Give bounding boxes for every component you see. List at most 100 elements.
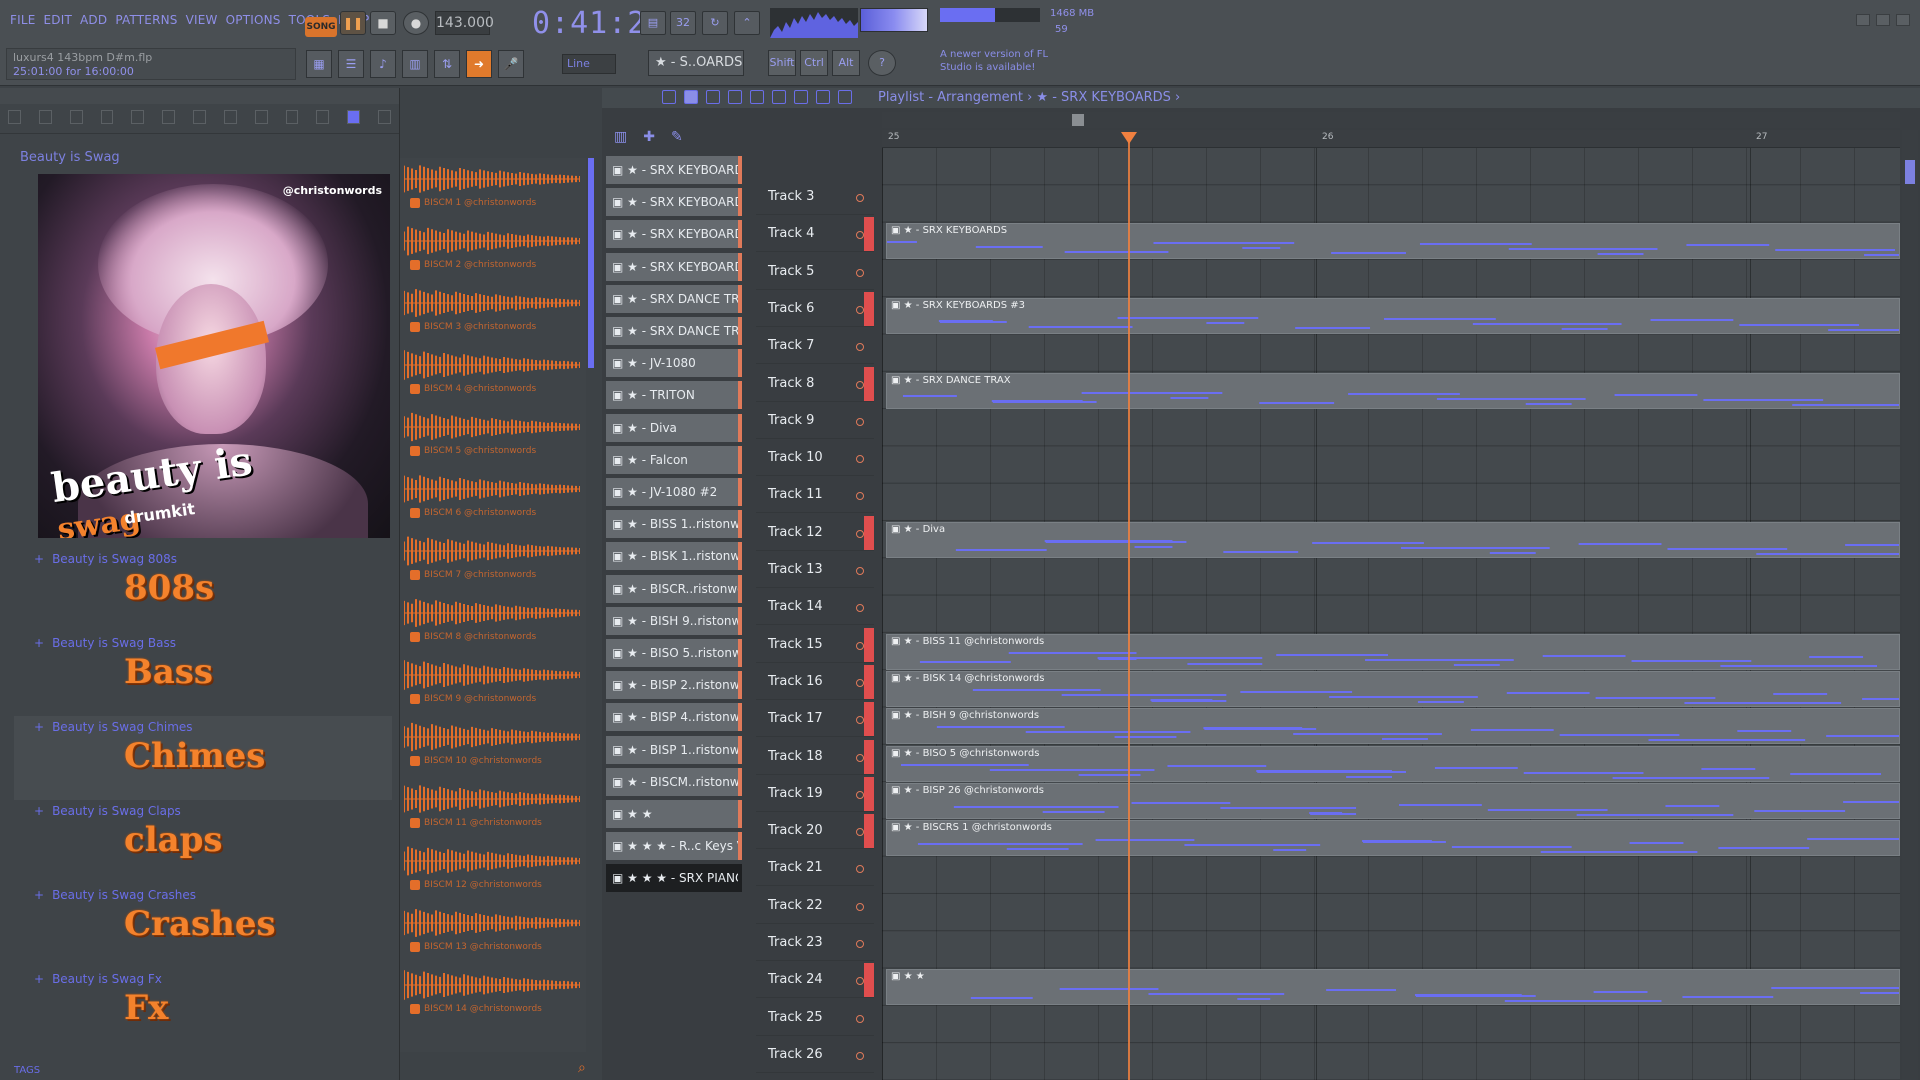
browser-tool-icon[interactable] bbox=[378, 110, 391, 124]
slip-tool-icon[interactable] bbox=[750, 90, 764, 104]
menu-file[interactable]: FILE bbox=[6, 13, 40, 27]
alt-key-button[interactable]: Alt bbox=[832, 50, 860, 76]
pattern-picker-item[interactable]: ▣ ★ - SRX KEYBOARDS #4 bbox=[606, 252, 742, 281]
pattern-picker-item[interactable]: ▣ ★ - JV-1080 #2 bbox=[606, 478, 742, 506]
close-icon[interactable] bbox=[1896, 14, 1910, 26]
shift-key-button[interactable]: Shift bbox=[768, 50, 796, 76]
folder-808s[interactable]: Beauty is Swag 808s 808s bbox=[14, 548, 392, 632]
pattern-clip[interactable]: ▣ ★ - BISO 5 @christonwords bbox=[886, 745, 1900, 782]
track-header[interactable]: Track 18 bbox=[756, 738, 874, 775]
track-header[interactable]: Track 8 bbox=[756, 365, 874, 402]
browser-root-folder[interactable]: Beauty is Swag bbox=[20, 150, 120, 165]
pattern-picker-item[interactable]: ▣ ★ - JV-1080 bbox=[606, 349, 742, 378]
track-enable-icon[interactable] bbox=[856, 977, 864, 986]
track-header[interactable]: Track 19 bbox=[756, 775, 874, 812]
track-enable-icon[interactable] bbox=[856, 268, 864, 277]
pattern-picker-item[interactable]: ▣ ★ - Diva bbox=[606, 413, 742, 442]
menu-view[interactable]: VIEW bbox=[182, 13, 222, 27]
pattern-picker-item[interactable]: ▣ ★ - TRITON bbox=[606, 381, 742, 410]
sample-item[interactable]: BISCM 10 @christonwords bbox=[404, 720, 580, 782]
sample-item[interactable]: BISCM 14 @christonwords bbox=[404, 968, 580, 1030]
pattern-clip[interactable]: ▣ ★ - SRX KEYBOARDS bbox=[886, 223, 1900, 260]
track-header[interactable]: Track 6 bbox=[756, 290, 874, 327]
pattern-picker-item[interactable]: ▣ ★ - BISCM..ristonwords bbox=[606, 767, 742, 796]
pattern-picker-item[interactable]: ▣ ★ ★ ★ - R..c Keys VSTi bbox=[606, 832, 742, 861]
microphone-icon[interactable]: 🎤 bbox=[498, 50, 524, 78]
snap-selector[interactable]: Line bbox=[562, 54, 616, 74]
add-pattern-icon[interactable]: ✚ bbox=[643, 129, 655, 145]
sample-item[interactable]: BISCM 2 @christonwords bbox=[404, 224, 580, 286]
browser-tool-icon[interactable] bbox=[223, 110, 237, 124]
browser-tool-icon[interactable] bbox=[69, 110, 83, 124]
update-notice[interactable]: A newer version of FL Studio is availabl… bbox=[940, 48, 1060, 74]
sample-item[interactable]: BISCM 13 @christonwords bbox=[404, 906, 580, 968]
pattern-clip[interactable]: ▣ ★ ★ bbox=[886, 969, 1900, 1006]
arrangement-grid[interactable]: ▣ ★ - SRX KEYBOARDS ▣ ★ - SRX KEYBOARDS #… bbox=[882, 148, 1900, 1080]
track-header[interactable]: Track 16 bbox=[756, 663, 874, 700]
track-enable-icon[interactable] bbox=[856, 305, 864, 314]
pattern-picker-item[interactable]: ▣ ★ - BISP 2..ristonwords bbox=[606, 671, 742, 700]
browser-tool-icon[interactable] bbox=[316, 110, 330, 124]
track-enable-icon[interactable] bbox=[856, 940, 864, 948]
select-tool-icon[interactable] bbox=[794, 90, 808, 104]
pattern-picker-item[interactable]: ▣ ★ - SRX KEYBOARDS #2 bbox=[606, 188, 742, 217]
channel-rack-icon[interactable]: ☰ bbox=[338, 50, 364, 78]
edit-icon[interactable]: ✎ bbox=[671, 129, 683, 145]
pattern-picker-item[interactable]: ▣ ★ - BISS 1..ristonwords bbox=[606, 510, 742, 539]
track-enable-icon[interactable] bbox=[856, 641, 864, 650]
help-icon[interactable]: ? bbox=[868, 50, 896, 76]
pattern-selector[interactable]: ★ - S..OARDS bbox=[648, 50, 744, 76]
folder-crashes[interactable]: Beauty is Swag Crashes Crashes bbox=[14, 884, 392, 968]
sample-item[interactable]: BISCM 9 @christonwords bbox=[404, 658, 580, 720]
song-mode-toggle[interactable]: SONG bbox=[305, 17, 337, 37]
browser-tags[interactable]: TAGS bbox=[14, 1065, 40, 1076]
track-enable-icon[interactable] bbox=[856, 678, 864, 687]
playlist-shortcut-icon[interactable]: ▦ bbox=[306, 50, 332, 78]
menu-options[interactable]: OPTIONS bbox=[222, 13, 285, 27]
track-header[interactable]: Track 13 bbox=[756, 551, 874, 588]
track-enable-icon[interactable] bbox=[856, 567, 864, 575]
sample-list-scrollbar[interactable] bbox=[588, 158, 594, 368]
pattern-picker-item[interactable]: ▣ ★ - SRX DANCE TRAX #2 bbox=[606, 317, 742, 345]
pattern-clip[interactable]: ▣ ★ - Diva bbox=[886, 521, 1900, 558]
track-header[interactable]: Track 17 bbox=[756, 700, 874, 738]
mute-tool-icon[interactable] bbox=[728, 90, 742, 104]
track-header[interactable]: Track 5 bbox=[756, 253, 874, 290]
pattern-clip[interactable]: ▣ ★ - BISS 11 @christonwords bbox=[886, 633, 1900, 670]
pattern-clip[interactable]: ▣ ★ - SRX KEYBOARDS #3 bbox=[886, 297, 1900, 334]
track-enable-icon[interactable] bbox=[856, 790, 864, 799]
sample-item[interactable]: BISCM 12 @christonwords bbox=[404, 844, 580, 906]
pattern-picker-item[interactable]: ▣ ★ - BISO 5..ristonwords bbox=[606, 639, 742, 667]
track-enable-icon[interactable] bbox=[856, 380, 864, 389]
sample-item[interactable]: BISCM 1 @christonwords bbox=[404, 162, 580, 224]
timeline-ruler[interactable]: 25 26 27 bbox=[882, 130, 1900, 148]
pattern-view-icon[interactable]: ▥ bbox=[614, 129, 627, 145]
folder-fx[interactable]: Beauty is Swag Fx Fx bbox=[14, 968, 392, 1052]
browser-tool-icon[interactable] bbox=[193, 110, 206, 124]
zoom-tool-icon[interactable] bbox=[816, 90, 830, 104]
track-enable-icon[interactable] bbox=[856, 417, 864, 426]
pattern-clip[interactable]: ▣ ★ - BISCRS 1 @christonwords bbox=[886, 820, 1900, 857]
playlist-title[interactable]: Playlist - Arrangement › ★ - SRX KEYBOAR… bbox=[878, 90, 1180, 105]
track-enable-icon[interactable] bbox=[856, 1051, 864, 1060]
arrow-tool-icon[interactable]: ➜ bbox=[466, 50, 492, 78]
plugin-picker-icon[interactable]: ⇅ bbox=[434, 50, 460, 78]
folder-bass[interactable]: Beauty is Swag Bass Bass bbox=[14, 632, 392, 716]
track-enable-icon[interactable] bbox=[856, 343, 864, 352]
track-header[interactable]: Track 20 bbox=[756, 812, 874, 850]
metronome-icon[interactable]: ▤ bbox=[640, 11, 666, 35]
playlist-horizontal-scrollbar[interactable] bbox=[882, 112, 1900, 128]
pattern-picker-item[interactable]: ▣ ★ - SRX KEYBOARDS bbox=[606, 156, 742, 184]
track-header[interactable]: Track 15 bbox=[756, 626, 874, 663]
tempo-display[interactable]: 143.000 bbox=[435, 11, 494, 35]
sample-item[interactable]: BISCM 7 @christonwords bbox=[404, 534, 580, 596]
pattern-clip[interactable]: ▣ ★ - BISK 14 @christonwords bbox=[886, 670, 1900, 707]
pattern-picker-item[interactable]: ▣ ★ - SRX DANCE TRAX bbox=[606, 284, 742, 313]
menu-edit[interactable]: EDIT bbox=[40, 13, 77, 27]
browser-tool-icon[interactable] bbox=[285, 110, 299, 124]
track-enable-icon[interactable] bbox=[856, 455, 864, 464]
pattern-picker-item[interactable]: ▣ ★ - BISH 9..ristonwords bbox=[606, 606, 742, 635]
browser-tool-icon[interactable] bbox=[347, 110, 361, 124]
track-header[interactable]: Track 11 bbox=[756, 476, 874, 514]
track-header[interactable]: Track 22 bbox=[756, 887, 874, 924]
